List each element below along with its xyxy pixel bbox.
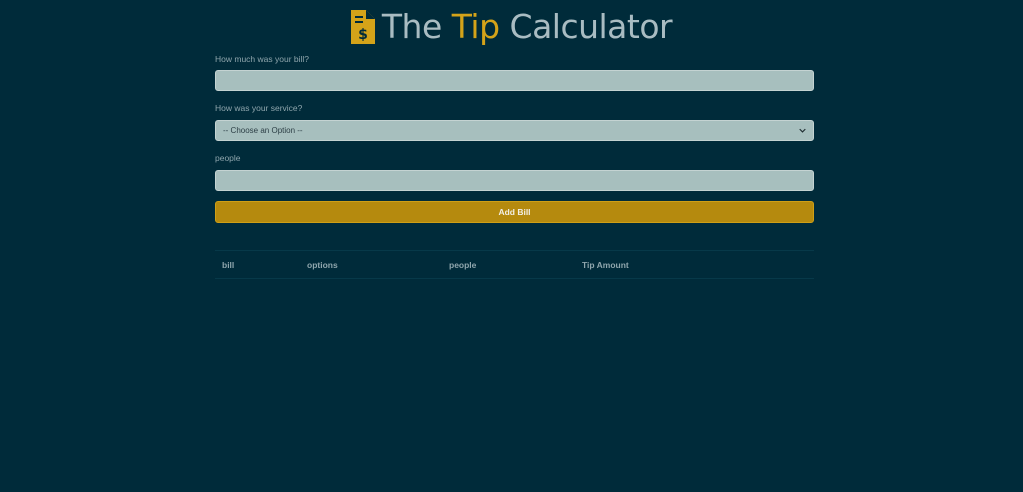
- people-label: people: [215, 153, 241, 163]
- column-header-people: people: [449, 260, 477, 270]
- service-selected-value: -- Choose an Option --: [223, 126, 303, 135]
- service-select[interactable]: -- Choose an Option --: [215, 120, 814, 141]
- receipt-dollar-icon: $: [350, 10, 375, 44]
- tip-form: How much was your bill? How was your ser…: [215, 54, 814, 223]
- svg-text:$: $: [358, 27, 368, 43]
- title-suffix: Calculator: [499, 7, 673, 46]
- bill-label: How much was your bill?: [215, 54, 310, 64]
- people-input[interactable]: [215, 170, 814, 191]
- title-prefix: The: [381, 7, 452, 46]
- bills-table: bill options people Tip Amount: [215, 250, 814, 279]
- column-header-tip-amount: Tip Amount: [582, 260, 629, 270]
- title-accent: Tip: [451, 7, 500, 46]
- column-header-bill: bill: [222, 260, 235, 270]
- chevron-down-icon: [799, 128, 806, 133]
- bill-input[interactable]: [215, 70, 814, 91]
- service-label: How was your service?: [215, 103, 303, 113]
- page-title: The Tip Calculator: [381, 7, 673, 46]
- app-header: $ The Tip Calculator: [0, 8, 1023, 46]
- column-header-options: options: [307, 260, 338, 270]
- add-bill-button[interactable]: Add Bill: [215, 201, 814, 223]
